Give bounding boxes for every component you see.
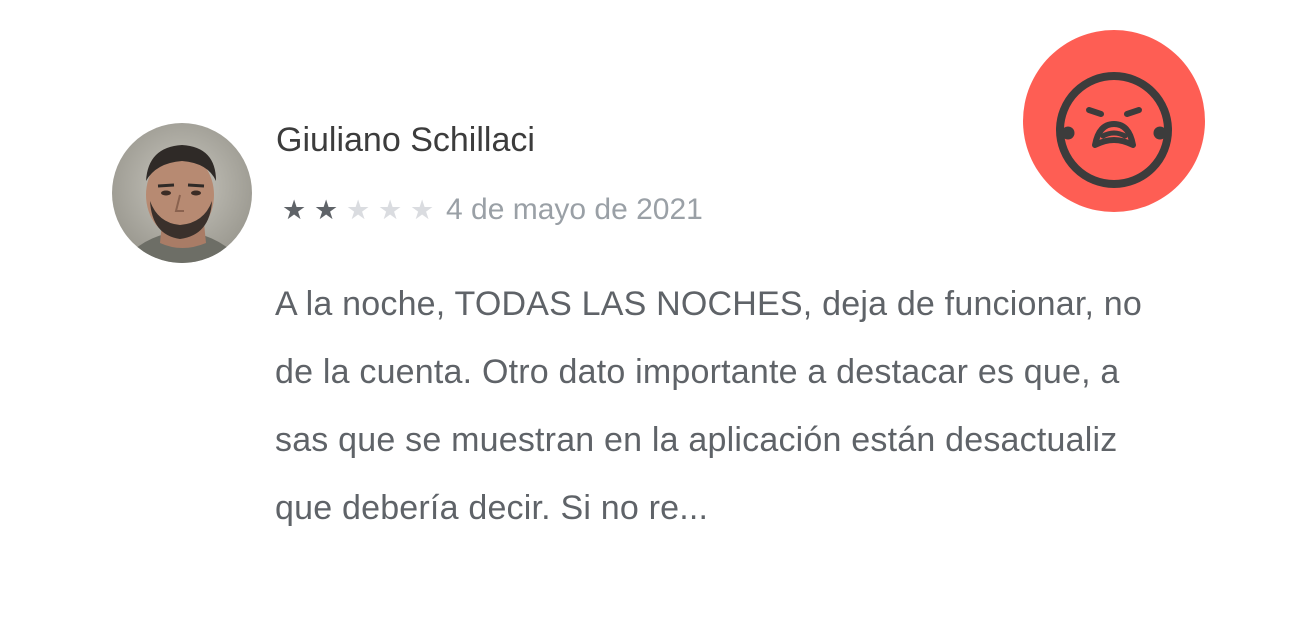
star-icon: ★	[378, 194, 403, 226]
review-text-line: que debería decir. Si no re...	[275, 489, 709, 527]
review-text-line: A la noche, TODAS LAS NOCHES, deja de fu…	[275, 285, 1142, 323]
review-card: Giuliano Schillaci ★ ★ ★ ★ ★ 4 de mayo de 20…	[0, 0, 1289, 638]
review-text[interactable]: A la noche, TODAS LAS NOCHES, deja de fu…	[275, 270, 1228, 534]
star-icon: ★	[346, 194, 371, 226]
reviewer-name: Giuliano Schillaci	[276, 121, 535, 159]
review-text-line: sas que se muestran en la aplicación est…	[275, 421, 1118, 459]
review-text-line: de la cuenta. Otro dato importante a des…	[275, 353, 1120, 391]
star-icon: ★	[410, 194, 435, 226]
star-icon: ★	[314, 194, 339, 226]
sentiment-badge	[1023, 30, 1205, 212]
rating-row: ★ ★ ★ ★ ★ 4 de mayo de 2021	[282, 188, 703, 232]
review-date: 4 de mayo de 2021	[446, 193, 703, 226]
avatar-photo	[112, 123, 252, 263]
avatar[interactable]	[112, 123, 252, 263]
star-rating: ★ ★ ★ ★ ★	[282, 197, 442, 224]
sad-face-icon	[1056, 72, 1172, 188]
star-icon: ★	[282, 194, 307, 226]
